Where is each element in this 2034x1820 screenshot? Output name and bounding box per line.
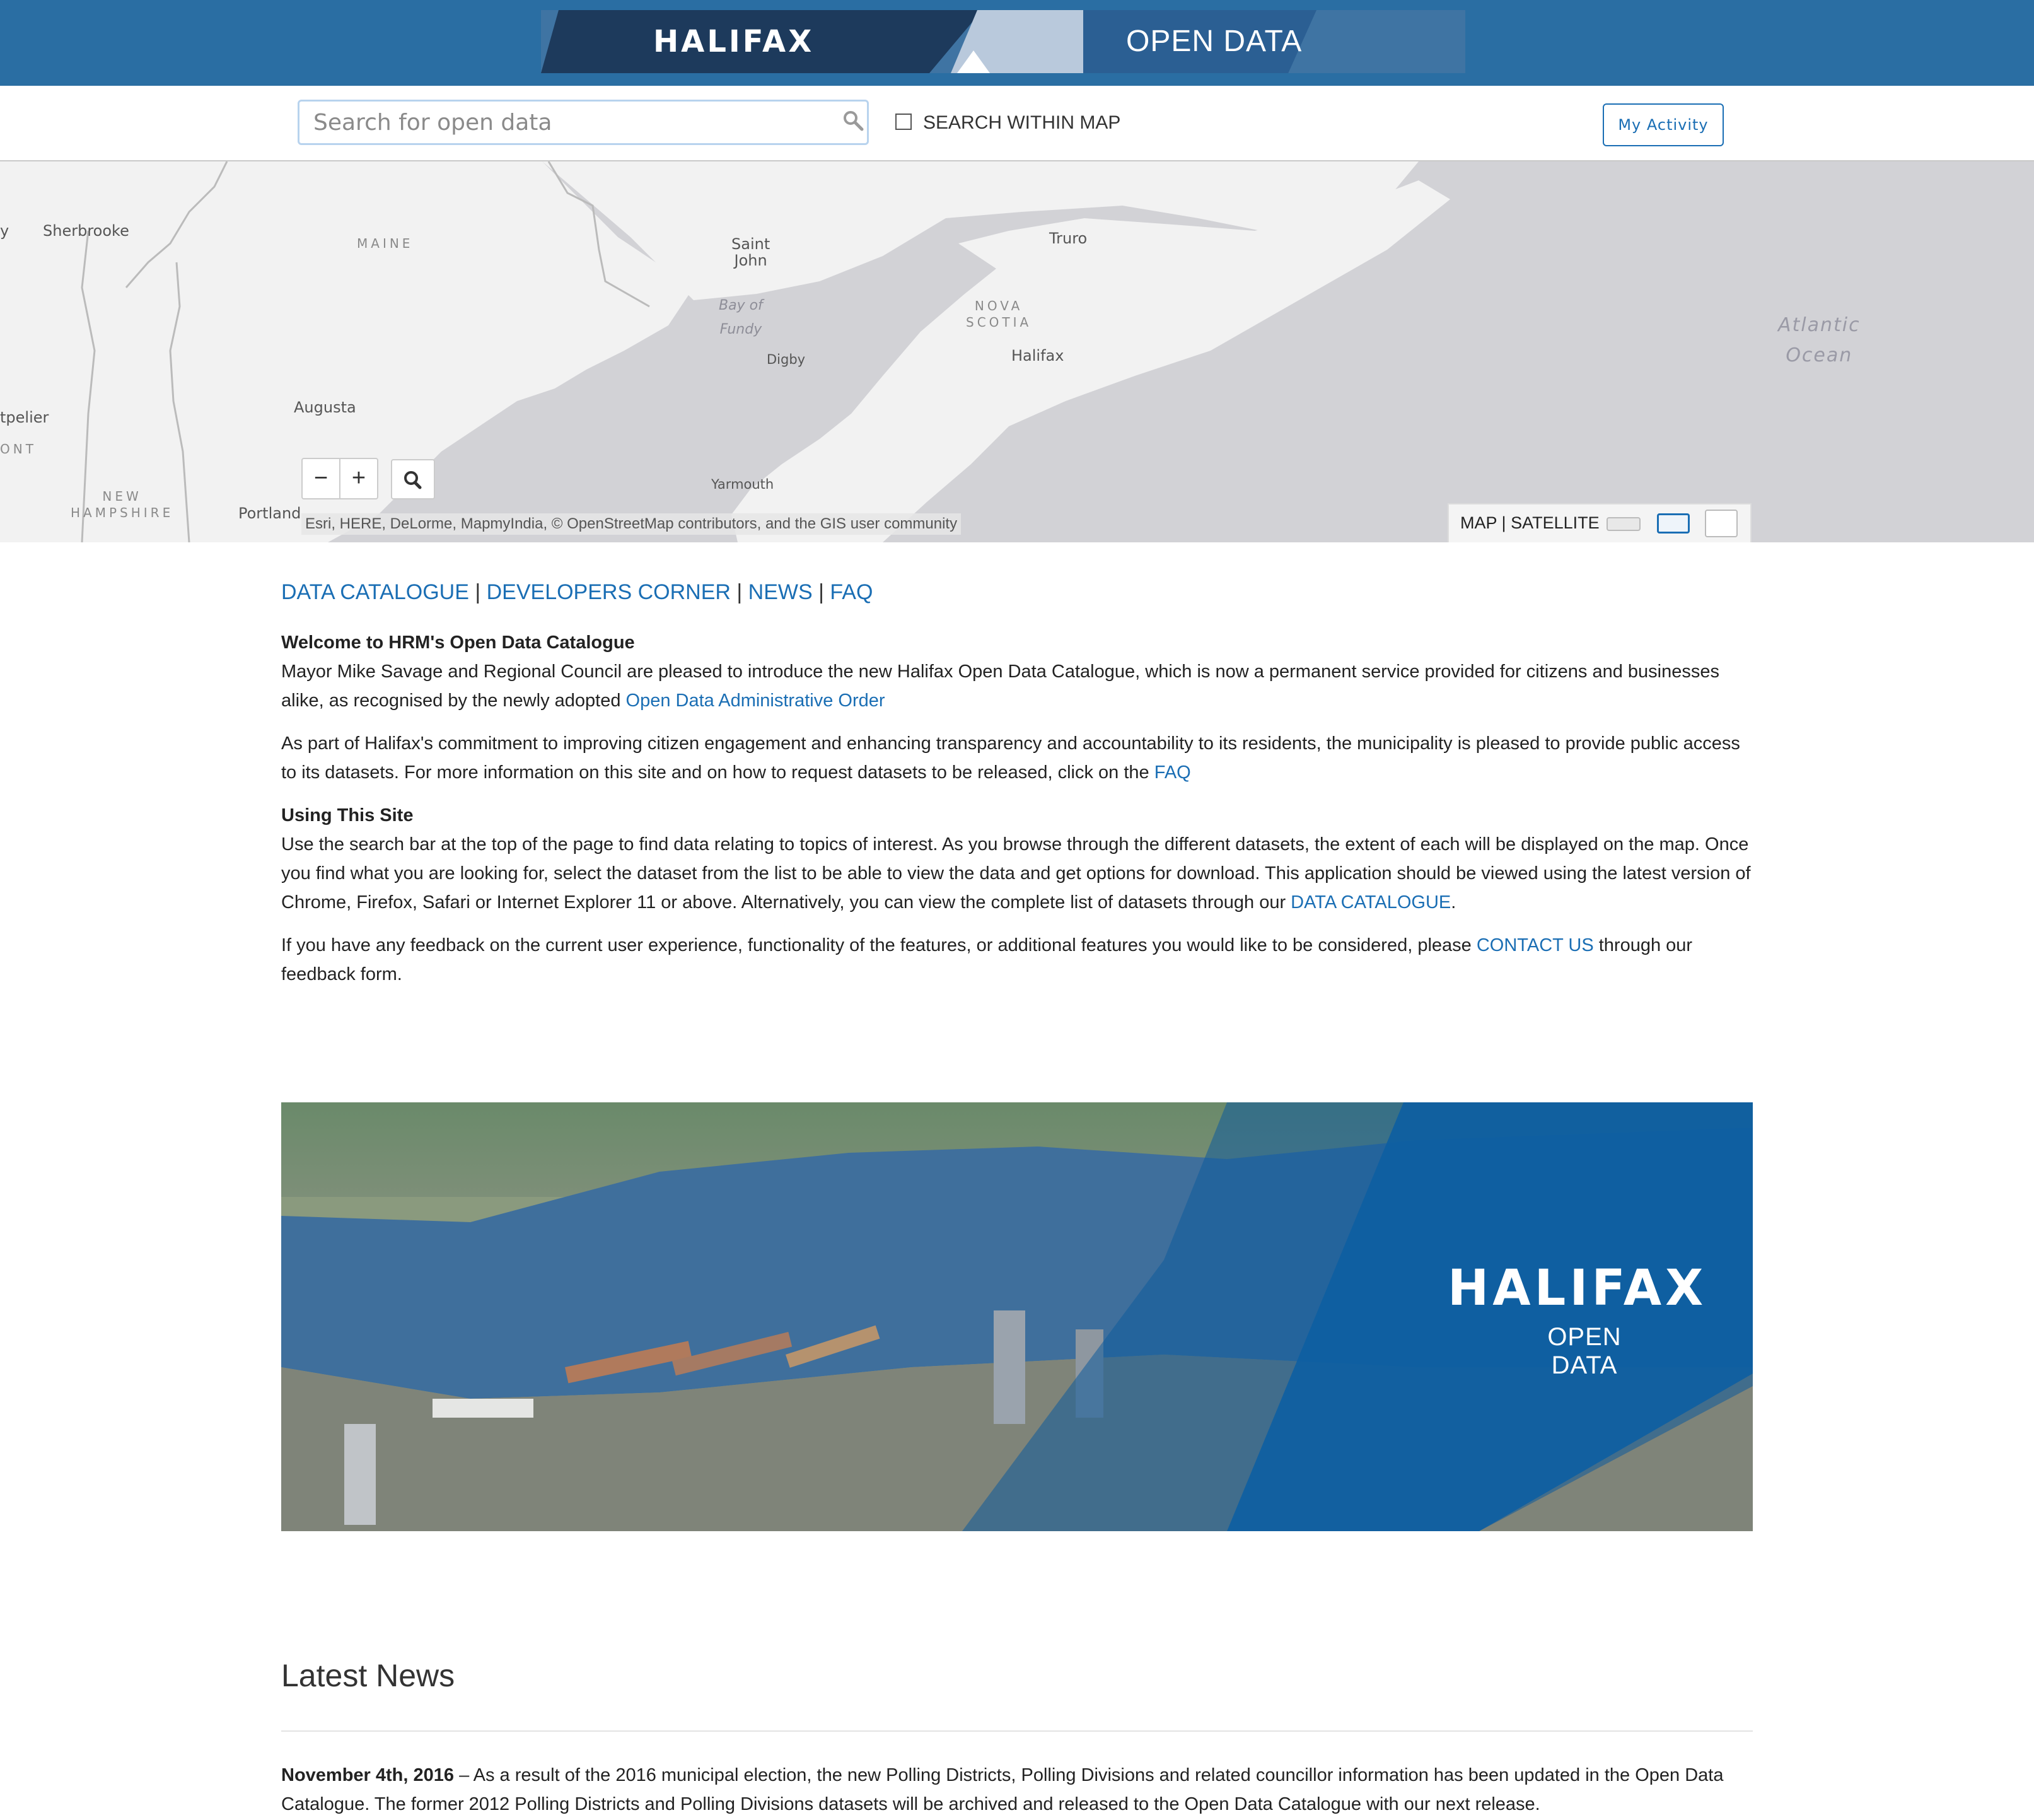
faq-inline-link[interactable]: FAQ [1154, 762, 1191, 783]
nav-separator: | [730, 580, 748, 604]
harbour-illustration [281, 1102, 1753, 1531]
map-zoom-control: − + [301, 458, 378, 499]
map-label-sherbrooke: Sherbrooke [43, 222, 129, 240]
nav-developers-corner-link[interactable]: DEVELOPERS CORNER [487, 580, 731, 604]
banner-brand-logo: HALIFAX [1448, 1260, 1707, 1317]
search-within-map-label[interactable]: SEARCH WITHIN MAP [923, 112, 1120, 134]
map-label-digby: Digby [767, 352, 806, 367]
commitment-text: As part of Halifax's commitment to impro… [281, 733, 1740, 783]
feedback-text: If you have any feedback on the current … [281, 935, 1477, 955]
map-label-nova-scotia: NOVA SCOTIA [966, 298, 1032, 330]
data-catalogue-inline-link[interactable]: DATA CATALOGUE [1291, 892, 1451, 913]
nav-news-link[interactable]: NEWS [748, 580, 813, 604]
map-label-maine: MAINE [357, 236, 414, 251]
admin-order-link[interactable]: Open Data Administrative Order [626, 691, 885, 711]
latest-news-heading: Latest News [281, 1658, 455, 1693]
nav-separator: | [468, 580, 487, 604]
banner-brand-subtitle: OPEN DATA [1547, 1323, 1622, 1379]
map-label-portland: Portland [238, 505, 301, 522]
my-activity-button[interactable]: My Activity [1603, 103, 1724, 146]
search-icon[interactable] [842, 110, 864, 131]
banner-triangle [957, 50, 990, 73]
map-label-halifax: Halifax [1011, 347, 1064, 365]
map-label-truro: Truro [1049, 230, 1088, 247]
content-nav: DATA CATALOGUE | DEVELOPERS CORNER | NEW… [281, 580, 873, 605]
basemap-satellite-option[interactable]: SATELLITE [1511, 513, 1600, 532]
basemap-toggle-label: MAP | SATELLITE [1460, 513, 1600, 533]
commitment-paragraph: As part of Halifax's commitment to impro… [281, 729, 1753, 787]
search-input[interactable] [298, 100, 869, 145]
basemap-swatch-light[interactable] [1705, 510, 1738, 537]
nav-data-catalogue-link[interactable]: DATA CATALOGUE [281, 580, 469, 604]
basemap-swatch-gray[interactable] [1607, 517, 1641, 531]
basemap-swatch-streets[interactable] [1657, 513, 1690, 534]
basemap-separator: | [1501, 513, 1506, 532]
map-label-new-hampshire: NEW HAMPSHIRE [71, 489, 174, 520]
news-item-date: November 4th, 2016 [281, 1765, 455, 1785]
halifax-harbour-banner-image: HALIFAX OPEN DATA [281, 1102, 1753, 1531]
map-view[interactable]: y Sherbrooke MAINE Saint John Truro Bay … [0, 161, 2034, 542]
top-header: HALIFAX OPEN DATA [0, 0, 2034, 86]
using-site-paragraph: Using This Site Use the search bar at th… [281, 801, 1753, 917]
header-brand-logo: HALIFAX [653, 24, 815, 59]
using-site-text: Use the search bar at the top of the pag… [281, 834, 1751, 913]
intro-content: Welcome to HRM's Open Data Catalogue May… [281, 628, 1753, 1003]
welcome-text: Mayor Mike Savage and Regional Council a… [281, 662, 1719, 711]
using-site-heading: Using This Site [281, 805, 414, 825]
header-brand-subtitle: OPEN DATA [1126, 25, 1303, 58]
zoom-out-button[interactable]: − [303, 459, 340, 498]
welcome-paragraph: Welcome to HRM's Open Data Catalogue May… [281, 628, 1753, 715]
feedback-paragraph: If you have any feedback on the current … [281, 931, 1753, 989]
map-label-bay-of-fundy: Bay of Fundy [719, 298, 763, 337]
map-label-partial-left: y [0, 222, 9, 240]
search-within-map-checkbox[interactable] [895, 114, 912, 130]
map-label-vermont: ONT [0, 441, 37, 457]
basemap-map-option[interactable]: MAP [1460, 513, 1497, 532]
map-label-yarmouth: Yarmouth [711, 477, 774, 492]
header-banner[interactable]: HALIFAX OPEN DATA [541, 10, 1465, 73]
welcome-heading: Welcome to HRM's Open Data Catalogue [281, 633, 635, 653]
map-label-augusta: Augusta [294, 399, 356, 416]
news-item: November 4th, 2016 – As a result of the … [281, 1761, 1753, 1819]
map-label-montpelier: tpelier [0, 409, 49, 426]
nav-separator: | [812, 580, 830, 604]
zoom-in-button[interactable]: + [340, 459, 377, 498]
news-divider [281, 1730, 1753, 1732]
contact-us-link[interactable]: CONTACT US [1477, 935, 1594, 955]
map-search-button[interactable] [391, 459, 435, 499]
basemap-toggle: MAP | SATELLITE [1448, 503, 1752, 542]
using-site-end: . [1451, 892, 1456, 913]
news-item-text: – As a result of the 2016 municipal elec… [281, 1765, 1724, 1814]
map-label-saint-john: Saint John [731, 235, 770, 269]
map-attribution: Esri, HERE, DeLorme, MapmyIndia, © OpenS… [301, 513, 962, 535]
nav-faq-link[interactable]: FAQ [830, 580, 873, 604]
map-label-atlantic-ocean: Atlantic Ocean [1778, 314, 1861, 366]
magnifier-icon [404, 471, 422, 489]
